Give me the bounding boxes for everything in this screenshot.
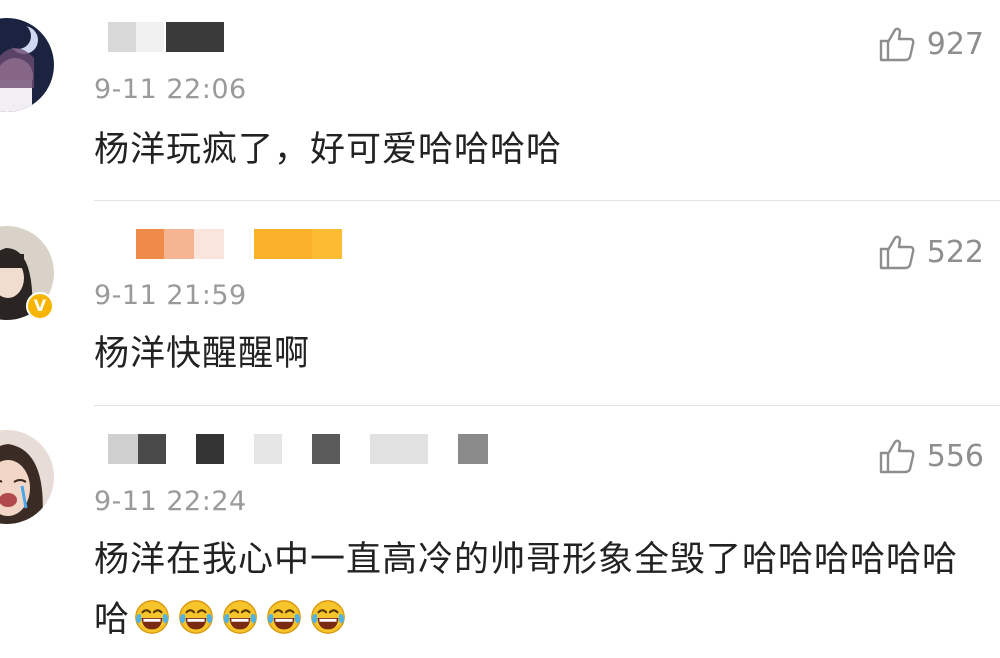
comment-time: 9-11 21:59: [94, 280, 247, 311]
like-count: 927: [926, 26, 984, 62]
comment-text: 杨洋在我心中一直高冷的帅哥形象全毁了哈哈哈哈哈哈哈: [94, 530, 974, 650]
laughing-crying-icon: [135, 600, 169, 634]
like-button[interactable]: 927: [877, 24, 984, 64]
laughing-crying-icon: [223, 600, 257, 634]
laughing-crying-icon: [311, 600, 345, 634]
like-count: 556: [926, 438, 984, 474]
emoji-row: [130, 600, 350, 640]
like-count: 522: [926, 234, 984, 270]
comment-text: 杨洋玩疯了，好可爱哈哈哈哈: [94, 130, 563, 170]
thumbs-up-icon: [879, 27, 915, 62]
avatar[interactable]: [0, 18, 54, 112]
comment-time: 9-11 22:24: [94, 486, 247, 517]
divider: [94, 200, 1000, 201]
thumbs-up-icon: [879, 235, 915, 270]
verified-badge: V: [26, 292, 54, 320]
like-button[interactable]: 522: [877, 232, 984, 272]
like-button[interactable]: 556: [877, 436, 984, 476]
thumbs-up-icon: [879, 439, 915, 474]
comment-text: 杨洋快醒醒啊: [94, 334, 311, 374]
avatar[interactable]: [0, 430, 54, 524]
comment-time: 9-11 22:06: [94, 74, 247, 105]
divider: [94, 405, 1000, 406]
laughing-crying-icon: [179, 600, 213, 634]
laughing-crying-icon: [267, 600, 301, 634]
